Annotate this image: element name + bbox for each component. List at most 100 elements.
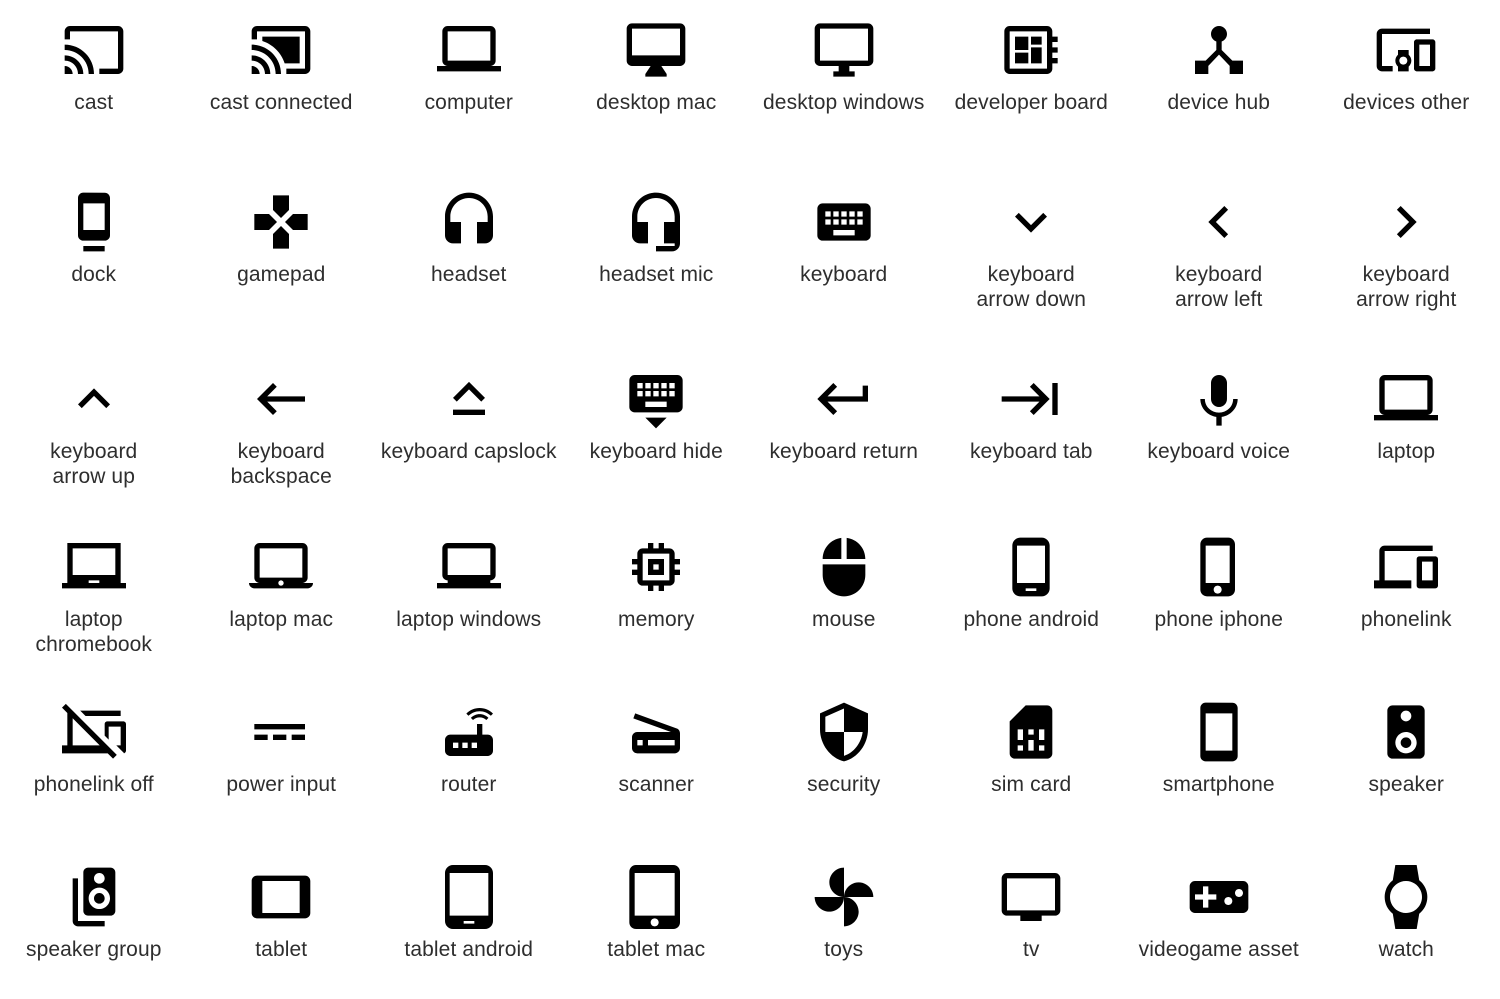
icon-cell-keyboard[interactable]: keyboard (750, 170, 938, 345)
icon-cell-keyboard-arrow-left[interactable]: keyboard arrow left (1125, 170, 1313, 345)
icon-label: headset mic (599, 263, 714, 286)
scanner-icon (624, 700, 688, 764)
icon-cell-mouse[interactable]: mouse (750, 515, 938, 680)
icon-cell-speaker[interactable]: speaker (1313, 680, 1500, 845)
icon-cell-laptop-mac[interactable]: laptop mac (188, 515, 376, 680)
icon-cell-keyboard-backspace[interactable]: keyboard backspace (188, 345, 376, 515)
icon-label: speaker group (25, 938, 162, 961)
gamepad-icon (249, 190, 313, 254)
icon-cell-cast[interactable]: cast (0, 0, 188, 170)
icon-cell-phonelink[interactable]: phonelink (1313, 515, 1500, 680)
icon-cell-router[interactable]: router (375, 680, 563, 845)
icon-cell-gamepad[interactable]: gamepad (188, 170, 376, 345)
icon-label: power input (226, 773, 337, 796)
icon-cell-keyboard-voice[interactable]: keyboard voice (1125, 345, 1313, 515)
icon-cell-headset[interactable]: headset (375, 170, 563, 345)
icon-cell-phone-iphone[interactable]: phone iphone (1125, 515, 1313, 680)
icon-cell-developer-board[interactable]: developer board (938, 0, 1126, 170)
keyboard-voice-icon (1187, 367, 1251, 431)
icon-label: keyboard arrow right (1356, 263, 1457, 311)
icon-cell-videogame-asset[interactable]: videogame asset (1125, 845, 1313, 999)
phone-android-icon (999, 535, 1063, 599)
desktop-mac-icon (624, 18, 688, 82)
icon-label: keyboard (800, 263, 888, 286)
laptop-icon (1374, 367, 1439, 431)
speaker-icon (1374, 700, 1438, 764)
icon-cell-keyboard-arrow-right[interactable]: keyboard arrow right (1313, 170, 1500, 345)
icon-cell-headset-mic[interactable]: headset mic (563, 170, 751, 345)
laptop-windows-icon (436, 535, 501, 599)
icon-label: phonelink off (33, 773, 154, 796)
icon-cell-tablet-android[interactable]: tablet android (375, 845, 563, 999)
icon-label: devices other (1343, 91, 1470, 114)
keyboard-capslock-icon (437, 367, 501, 431)
icon-cell-laptop-chromebook[interactable]: laptop chromebook (0, 515, 188, 680)
icon-cell-tablet[interactable]: tablet (188, 845, 376, 999)
keyboard-arrow-left-icon (1187, 190, 1251, 254)
icon-cell-cast-connected[interactable]: cast connected (188, 0, 376, 170)
speaker-group-icon (62, 865, 126, 929)
icon-cell-computer[interactable]: computer (375, 0, 563, 170)
keyboard-backspace-icon (249, 367, 313, 431)
icon-cell-scanner[interactable]: scanner (563, 680, 751, 845)
icon-cell-toys[interactable]: toys (750, 845, 938, 999)
keyboard-return-icon (812, 367, 876, 431)
icon-cell-laptop[interactable]: laptop (1313, 345, 1500, 515)
icon-label: cast connected (209, 91, 353, 114)
icon-label: phone android (963, 608, 1100, 631)
sim-card-icon (999, 700, 1063, 764)
icon-cell-keyboard-capslock[interactable]: keyboard capslock (375, 345, 563, 515)
icon-label: tablet (255, 938, 308, 961)
icon-cell-devices-other[interactable]: devices other (1313, 0, 1500, 170)
tablet-android-icon (437, 865, 501, 929)
laptop-chromebook-icon (61, 535, 126, 599)
tablet-mac-icon (624, 865, 688, 929)
icon-label: tablet mac (607, 938, 706, 961)
icon-cell-speaker-group[interactable]: speaker group (0, 845, 188, 999)
icon-label: memory (618, 608, 695, 631)
videogame-asset-icon (1187, 865, 1251, 929)
icon-label: keyboard tab (969, 440, 1093, 463)
icon-cell-device-hub[interactable]: device hub (1125, 0, 1313, 170)
icon-cell-sim-card[interactable]: sim card (938, 680, 1126, 845)
dock-icon (62, 190, 126, 254)
icon-label: router (441, 773, 497, 796)
phonelink-off-icon (61, 700, 126, 764)
icon-label: security (807, 773, 881, 796)
icon-cell-smartphone[interactable]: smartphone (1125, 680, 1313, 845)
icon-label: smartphone (1162, 773, 1275, 796)
icon-label: desktop mac (596, 91, 717, 114)
icon-cell-tablet-mac[interactable]: tablet mac (563, 845, 751, 999)
icon-label: device hub (1167, 91, 1271, 114)
icon-cell-keyboard-arrow-down[interactable]: keyboard arrow down (938, 170, 1126, 345)
icon-cell-keyboard-return[interactable]: keyboard return (750, 345, 938, 515)
keyboard-arrow-right-icon (1374, 190, 1438, 254)
icon-label: developer board (954, 91, 1108, 114)
icon-label: laptop (1377, 440, 1436, 463)
icon-label: cast (74, 91, 114, 114)
headset-mic-icon (624, 190, 688, 254)
icon-cell-phone-android[interactable]: phone android (938, 515, 1126, 680)
icon-label: phonelink (1360, 608, 1452, 631)
icon-label: desktop windows (763, 91, 925, 114)
icon-cell-keyboard-tab[interactable]: keyboard tab (938, 345, 1126, 515)
icon-cell-watch[interactable]: watch (1313, 845, 1500, 999)
icon-cell-laptop-windows[interactable]: laptop windows (375, 515, 563, 680)
icon-cell-keyboard-arrow-up[interactable]: keyboard arrow up (0, 345, 188, 515)
icon-cell-keyboard-hide[interactable]: keyboard hide (563, 345, 751, 515)
cast-icon (62, 18, 126, 82)
icon-label: computer (424, 91, 513, 114)
mouse-icon (812, 535, 876, 599)
security-icon (812, 700, 876, 764)
icon-cell-desktop-mac[interactable]: desktop mac (563, 0, 751, 170)
icon-label: laptop mac (229, 608, 334, 631)
icon-cell-desktop-windows[interactable]: desktop windows (750, 0, 938, 170)
icon-cell-tv[interactable]: tv (938, 845, 1126, 999)
icon-cell-power-input[interactable]: power input (188, 680, 376, 845)
icon-cell-security[interactable]: security (750, 680, 938, 845)
icon-cell-dock[interactable]: dock (0, 170, 188, 345)
icon-cell-phonelink-off[interactable]: phonelink off (0, 680, 188, 845)
icon-label: watch (1378, 938, 1434, 961)
router-icon (437, 700, 501, 764)
icon-cell-memory[interactable]: memory (563, 515, 751, 680)
